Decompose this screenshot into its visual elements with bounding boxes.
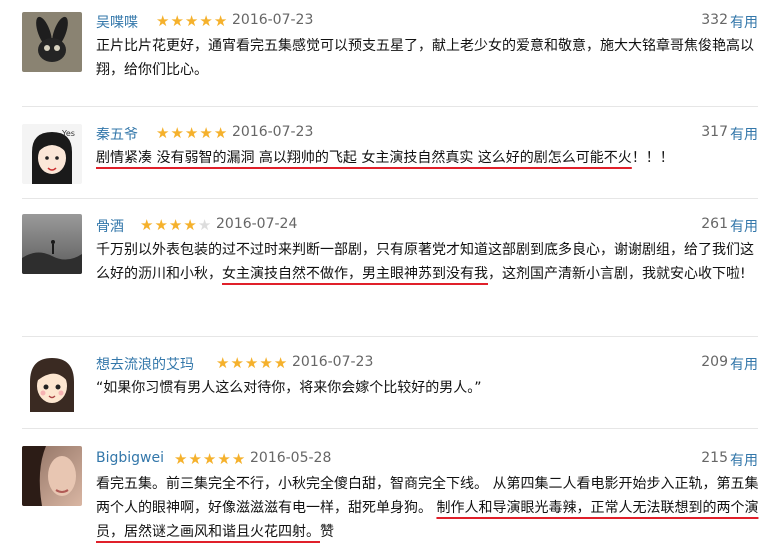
rating-stars: ★ ★ ★ ★ ★ [216, 355, 287, 371]
star-icon: ★ [231, 450, 246, 468]
review-text: 看完五集。前三集完全不行，小秋完全傻白甜，智商完全下线。 从第四集二人看电影开始… [96, 472, 760, 544]
star-icon: ★ [184, 124, 199, 142]
star-empty-icon: ★ [197, 216, 212, 234]
review-date: 2016-05-28 [250, 450, 332, 466]
divider [22, 336, 758, 337]
star-icon: ★ [170, 12, 184, 30]
avatar[interactable] [22, 12, 82, 72]
star-icon: ★ [213, 12, 228, 30]
star-icon: ★ [183, 216, 197, 234]
star-icon: ★ [156, 124, 170, 142]
star-icon: ★ [217, 450, 231, 468]
rating-stars: ★ ★ ★ ★ ★ [156, 125, 227, 141]
review-text: 正片比片花更好，通宵看完五集感觉可以预支五星了，献上老少女的爱意和敬意，施大大铭… [96, 38, 754, 78]
vote-count: 317 [701, 124, 728, 140]
review-date: 2016-07-23 [232, 124, 314, 140]
rating-stars: ★ ★ ★ ★ ★ [140, 217, 211, 233]
review-author[interactable]: 吴喋喋 [96, 12, 138, 32]
divider [22, 106, 758, 107]
review-author[interactable]: 秦五爷 [96, 124, 138, 144]
avatar[interactable] [22, 352, 82, 412]
useful-button[interactable]: 有用 [730, 450, 758, 470]
review-author[interactable]: 骨酒 [96, 216, 124, 236]
rating-stars: ★ ★ ★ ★ ★ [156, 13, 227, 29]
star-icon: ★ [184, 12, 199, 30]
star-icon: ★ [140, 216, 154, 234]
star-icon: ★ [156, 12, 170, 30]
review-text-tail: ，这剂国产清新小言剧，我就安心收下啦! [488, 266, 746, 282]
star-icon: ★ [244, 354, 259, 372]
vote-count: 209 [701, 354, 728, 370]
review-text: 剧情紧凑 没有弱智的漏洞 高以翔帅的飞起 女主演技自然真实 这么好的剧怎么可能不… [96, 146, 760, 170]
star-icon: ★ [213, 124, 228, 142]
review-author[interactable]: 想去流浪的艾玛 [96, 354, 194, 374]
review-date: 2016-07-23 [232, 12, 314, 28]
star-icon: ★ [216, 354, 230, 372]
star-icon: ★ [273, 354, 288, 372]
star-icon: ★ [174, 450, 188, 468]
review-date: 2016-07-23 [292, 354, 374, 370]
useful-button[interactable]: 有用 [730, 354, 758, 374]
review-text-tail: 赞 [320, 524, 334, 540]
useful-button[interactable]: 有用 [730, 124, 758, 144]
review-text: 千万别以外表包装的过不过时来判断一部剧，只有原著党才知道这部剧到底多良心，谢谢剧… [96, 238, 760, 286]
review-text-tail: ！！！ [631, 150, 674, 166]
divider [22, 428, 758, 429]
avatar[interactable]: Yes [22, 124, 82, 184]
review-text: “如果你习惯有男人这么对待你，将来你会嫁个比较好的男人。” [96, 380, 482, 396]
avatar[interactable] [22, 214, 82, 274]
vote-count: 261 [701, 216, 728, 232]
useful-button[interactable]: 有用 [730, 216, 758, 236]
vote-count: 332 [701, 12, 728, 28]
vote-count: 215 [701, 450, 728, 466]
highlighted-text: 女主演技自然不做作，男主眼神苏到没有我 [222, 266, 488, 282]
star-icon: ★ [199, 12, 213, 30]
useful-button[interactable]: 有用 [730, 12, 758, 32]
rating-stars: ★ ★ ★ ★ ★ [174, 451, 245, 467]
svg-text:Yes: Yes [61, 129, 75, 138]
review-author[interactable]: Bigbigwei [96, 450, 164, 466]
highlighted-text: 剧情紧凑 没有弱智的漏洞 高以翔帅的飞起 女主演技自然真实 这么好的剧怎么可能不… [96, 150, 632, 166]
avatar[interactable] [22, 446, 82, 506]
star-icon: ★ [154, 216, 168, 234]
star-icon: ★ [199, 124, 213, 142]
divider [22, 198, 758, 199]
star-icon: ★ [168, 216, 183, 234]
star-icon: ★ [230, 354, 244, 372]
star-icon: ★ [170, 124, 184, 142]
review-date: 2016-07-24 [216, 216, 298, 232]
star-icon: ★ [188, 450, 202, 468]
star-icon: ★ [202, 450, 217, 468]
star-icon: ★ [259, 354, 273, 372]
